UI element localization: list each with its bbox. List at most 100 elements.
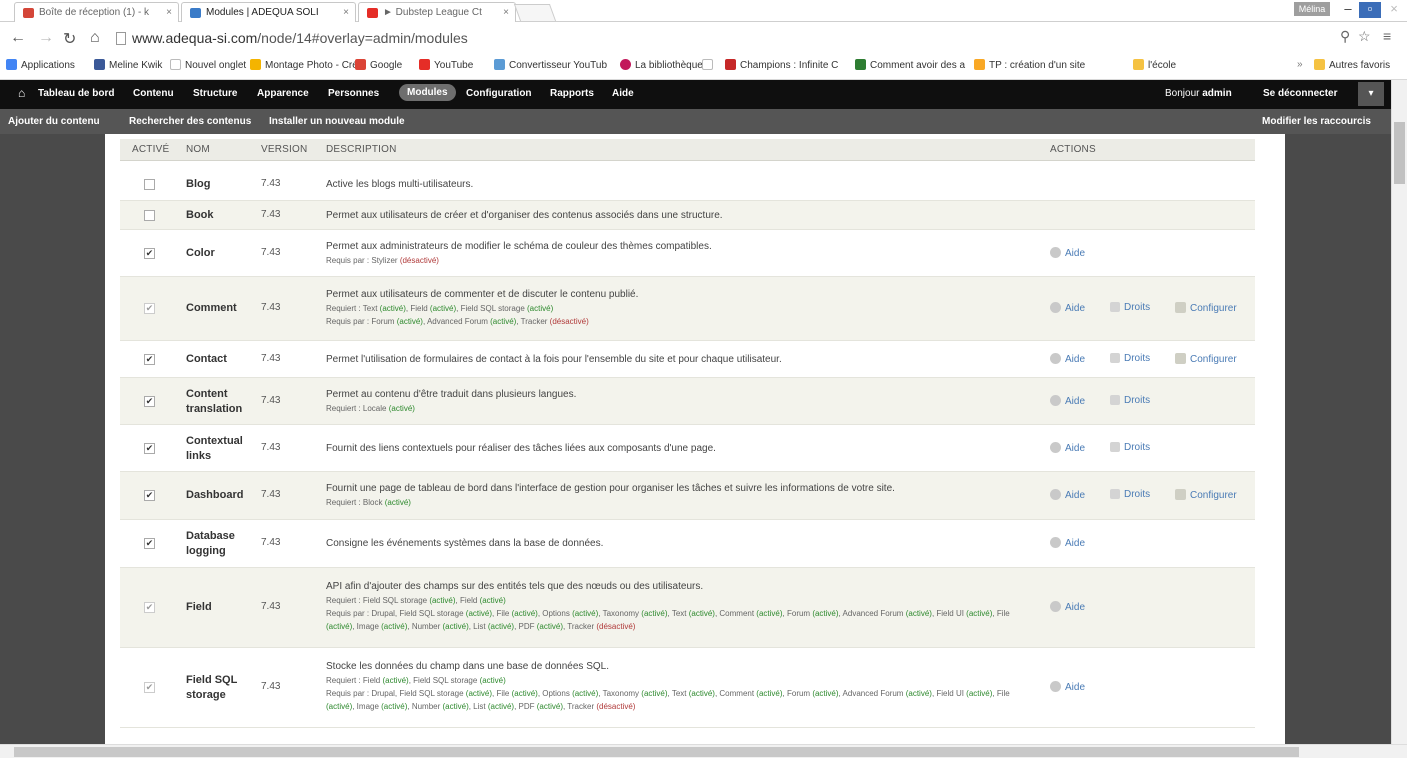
- action-config-link[interactable]: Configurer: [1175, 489, 1237, 501]
- action-help-link[interactable]: Aide: [1050, 352, 1085, 365]
- header-actions: ACTIONS: [1050, 144, 1096, 155]
- bookmark[interactable]: Meline Kwik: [94, 59, 162, 71]
- module-enable-checkbox[interactable]: [144, 209, 155, 221]
- close-icon[interactable]: ×: [166, 7, 172, 18]
- action-perms-link[interactable]: Droits: [1110, 489, 1150, 500]
- action-help-link[interactable]: Aide: [1050, 441, 1085, 454]
- module-requires: Requiert : Field (activé), Field SQL sto…: [326, 676, 506, 685]
- bookmark[interactable]: Convertisseur YouTub: [494, 59, 607, 71]
- module-name: Content translation: [186, 387, 243, 415]
- action-config-link[interactable]: Configurer: [1175, 352, 1237, 365]
- module-enable-checkbox[interactable]: ✔: [144, 490, 155, 501]
- action-help-link[interactable]: Aide: [1050, 537, 1085, 549]
- menu-icon[interactable]: ≡: [1383, 28, 1391, 44]
- shortcut-install-module[interactable]: Installer un nouveau module: [269, 116, 405, 127]
- other-bookmarks[interactable]: Autres favoris: [1314, 59, 1390, 71]
- forward-icon[interactable]: →: [38, 29, 54, 47]
- bookmark[interactable]: Comment avoir des a: [855, 59, 965, 71]
- module-enable-checkbox[interactable]: ✔: [144, 247, 155, 259]
- module-enable-checkbox[interactable]: ✔: [144, 395, 155, 407]
- more-bookmarks-icon[interactable]: »: [1297, 59, 1303, 70]
- toolbar-help[interactable]: Aide: [612, 88, 634, 99]
- toolbar-dashboard[interactable]: Tableau de bord: [38, 88, 115, 99]
- module-required-by: Requis par : Drupal, Field SQL storage (…: [326, 689, 1010, 711]
- page-icon: [702, 59, 713, 70]
- gear-icon: [1175, 302, 1186, 313]
- profile-button[interactable]: Mélina: [1294, 2, 1330, 16]
- toolbar-modules[interactable]: Modules: [399, 84, 456, 101]
- shortcut-find-content[interactable]: Rechercher des contenus: [129, 116, 251, 127]
- action-help-link[interactable]: Aide: [1050, 302, 1085, 314]
- home-icon[interactable]: ⌂: [90, 29, 100, 47]
- bookmark-applications[interactable]: Applications: [6, 59, 75, 71]
- module-requires: Requiert : Text (activé), Field (activé)…: [326, 304, 554, 313]
- bookmark[interactable]: Montage Photo - Cré: [250, 59, 358, 71]
- toolbar-people[interactable]: Personnes: [328, 88, 379, 99]
- action-perms-link[interactable]: Droits: [1110, 441, 1150, 453]
- close-icon[interactable]: ×: [343, 7, 349, 18]
- module-description: Fournit une page de tableau de bord dans…: [326, 482, 1026, 509]
- key-icon[interactable]: ⚲: [1340, 28, 1350, 45]
- toolbar-structure[interactable]: Structure: [193, 88, 237, 99]
- toolbar-appearance[interactable]: Apparence: [257, 88, 309, 99]
- scroll-thumb[interactable]: [14, 747, 1299, 757]
- module-version: 7.43: [261, 441, 281, 453]
- tab-gmail[interactable]: Boîte de réception (1) - k ×: [14, 2, 179, 22]
- user-link[interactable]: admin: [1202, 88, 1231, 99]
- bookmark-folder[interactable]: l'école: [1133, 59, 1176, 71]
- action-perms-link[interactable]: Droits: [1110, 352, 1150, 364]
- home-icon[interactable]: ⌂: [18, 86, 25, 100]
- toggle-shortcuts-icon[interactable]: ▾: [1358, 82, 1384, 106]
- action-help-link[interactable]: Aide: [1050, 601, 1085, 613]
- back-icon[interactable]: ←: [10, 29, 26, 47]
- bookmark[interactable]: Champions : Infinite C: [725, 59, 838, 71]
- bookmark[interactable]: TP : création d'un site: [974, 59, 1085, 71]
- bookmark[interactable]: Google: [355, 59, 402, 71]
- star-icon[interactable]: ☆: [1358, 28, 1371, 45]
- action-perms-link[interactable]: Droits: [1110, 394, 1150, 406]
- logout-link[interactable]: Se déconnecter: [1263, 88, 1337, 99]
- action-help-link[interactable]: Aide: [1050, 489, 1085, 501]
- heart-icon: [620, 59, 631, 70]
- action-help-link[interactable]: Aide: [1050, 246, 1085, 259]
- action-help-link[interactable]: Aide: [1050, 394, 1085, 407]
- module-enable-checkbox[interactable]: ✔: [144, 442, 155, 454]
- horizontal-scrollbar[interactable]: [0, 744, 1407, 758]
- module-description: Active les blogs multi-utilisateurs.: [326, 178, 474, 190]
- close-icon[interactable]: ×: [503, 7, 509, 18]
- module-enable-checkbox[interactable]: ✔: [144, 538, 155, 549]
- module-version: 7.43: [261, 681, 281, 692]
- module-enable-checkbox[interactable]: [144, 178, 155, 190]
- action-perms-link[interactable]: Droits: [1110, 302, 1150, 313]
- toolbar-configuration[interactable]: Configuration: [466, 88, 532, 99]
- admin-toolbar: ⌂ Tableau de bord Contenu Structure Appa…: [0, 80, 1407, 109]
- reload-icon[interactable]: ↻: [63, 29, 76, 49]
- bookmark[interactable]: Nouvel onglet: [170, 59, 246, 71]
- tab-modules[interactable]: Modules | ADEQUA SOLI ×: [181, 2, 356, 22]
- vertical-scrollbar[interactable]: [1391, 80, 1407, 744]
- tab-youtube[interactable]: ► Dubstep League Ct ×: [358, 2, 516, 22]
- toolbar-content[interactable]: Contenu: [133, 88, 174, 99]
- module-enable-checkbox: ✔: [144, 303, 155, 314]
- edit-shortcuts-link[interactable]: Modifier les raccourcis: [1262, 116, 1371, 127]
- action-help-link[interactable]: Aide: [1050, 681, 1085, 693]
- scroll-thumb[interactable]: [1394, 122, 1405, 184]
- action-config-link[interactable]: Configurer: [1175, 302, 1237, 314]
- gear-icon: [1175, 352, 1186, 364]
- minimize-icon[interactable]: –: [1337, 2, 1359, 18]
- shortcut-add-content[interactable]: Ajouter du contenu: [8, 116, 100, 127]
- module-enable-checkbox[interactable]: ✔: [144, 353, 155, 365]
- module-name: Contextual links: [186, 434, 243, 462]
- bookmark[interactable]: [702, 59, 717, 71]
- module-version: 7.43: [261, 489, 281, 500]
- new-tab-button[interactable]: [513, 4, 557, 21]
- bookmark[interactable]: YouTube: [419, 59, 473, 71]
- url-field[interactable]: www.adequa-si.com/node/14#overlay=admin/…: [116, 27, 1316, 49]
- close-window-icon[interactable]: ×: [1383, 2, 1405, 18]
- bookmark[interactable]: La bibliothèque: [620, 59, 703, 71]
- module-required-by: Requis par : Forum (activé), Advanced Fo…: [326, 317, 589, 326]
- maximize-icon[interactable]: ▫: [1359, 2, 1381, 18]
- toolbar-reports[interactable]: Rapports: [550, 88, 594, 99]
- module-name: Database logging: [186, 530, 235, 557]
- module-name: Comment: [186, 302, 237, 314]
